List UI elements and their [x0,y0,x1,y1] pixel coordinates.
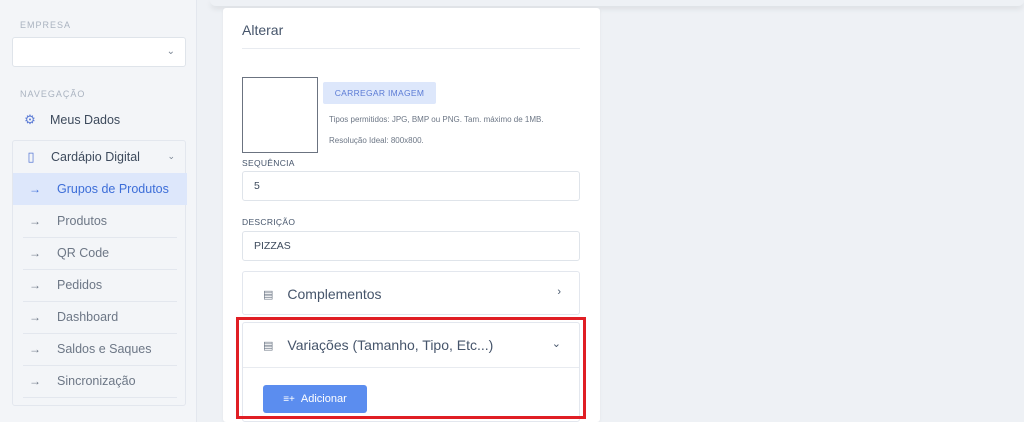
accordion-complementos: ▤ Complementos › [242,271,580,315]
list-add-icon: ≡+ [283,393,295,405]
divider [23,397,177,398]
sidebar-item-qr-code[interactable]: → QR Code [13,237,187,269]
sidebar-item-label: Saldos e Saques [57,342,152,356]
accordion-variacoes-header[interactable]: ▤ Variações (Tamanho, Tipo, Etc...) ⌄ [243,323,579,367]
nav-item-meus-dados[interactable]: ⚙ Meus Dados [12,104,186,136]
nav-group-cardapio: ▯ Cardápio Digital ⌄ → Grupos de Produto… [12,140,187,406]
arrow-right-icon: → [29,278,41,292]
descricao-label: DESCRIÇÃO [242,217,296,227]
sidebar-item-produtos[interactable]: → Produtos [13,205,187,237]
arrow-right-icon: → [29,246,41,260]
gear-icon: ⚙ [24,112,36,127]
sidebar-item-grupos-de-produtos[interactable]: → Grupos de Produtos [13,173,187,205]
sidebar-item-dashboard[interactable]: → Dashboard [13,301,187,333]
accordion-title: Complementos [287,286,382,302]
accordion-complementos-header[interactable]: ▤ Complementos › [243,272,579,316]
arrow-right-icon: → [29,182,41,196]
sidebar-item-label: Grupos de Produtos [57,182,169,196]
phone-icon: ▯ [27,149,35,164]
edit-card: Alterar CARREGAR IMAGEM Tipos permitidos… [223,8,600,422]
chevron-down-icon: ⌄ [166,46,175,57]
sequencia-label: SEQUÊNCIA [242,158,295,168]
arrow-right-icon: → [29,310,41,324]
sidebar: EMPRESA ⌄ NAVEGAÇÃO ⚙ Meus Dados ▯ Cardá… [0,0,197,422]
sequencia-input[interactable]: 5 [242,171,580,201]
sidebar-item-label: Pedidos [57,278,103,292]
list-icon: ▤ [263,339,274,352]
sidebar-item-label: Produtos [57,214,108,228]
sidebar-item-sincronizacao[interactable]: → Sincronização [13,365,187,397]
divider [243,367,579,368]
arrow-right-icon: → [29,214,41,228]
empresa-select[interactable]: ⌄ [12,37,186,67]
sidebar-item-label: Dashboard [57,310,119,324]
list-icon: ▤ [263,288,274,301]
nav-item-label: Cardápio Digital [51,150,140,164]
chevron-down-icon: ⌄ [551,338,561,350]
accordion-title: Variações (Tamanho, Tipo, Etc...) [287,337,494,353]
nav-item-label: Meus Dados [50,113,121,127]
image-preview [242,77,318,153]
sidebar-item-pedidos[interactable]: → Pedidos [13,269,187,301]
add-button[interactable]: ≡+ Adicionar [263,385,367,413]
top-bar [210,0,1024,6]
add-button-label: Adicionar [300,393,347,405]
load-image-button[interactable]: CARREGAR IMAGEM [323,82,436,104]
image-hint-types: Tipos permitidos: JPG, BMP ou PNG. Tam. … [329,115,544,124]
sidebar-item-label: Sincronização [57,374,136,388]
arrow-right-icon: → [29,374,41,388]
nav-item-cardapio-digital[interactable]: ▯ Cardápio Digital ⌄ [13,141,185,173]
empresa-label: EMPRESA [20,20,72,30]
chevron-right-icon: › [557,286,561,298]
navegacao-label: NAVEGAÇÃO [20,89,86,99]
sidebar-item-label: QR Code [57,246,110,260]
arrow-right-icon: → [29,342,41,356]
page-title: Alterar [242,22,284,38]
chevron-down-icon: ⌄ [167,151,175,161]
descricao-input[interactable]: PIZZAS [242,231,580,261]
image-hint-resolution: Resolução Ideal: 800x800. [329,136,424,145]
sidebar-item-saldos-e-saques[interactable]: → Saldos e Saques [13,333,187,365]
divider [242,48,580,49]
accordion-variacoes: ▤ Variações (Tamanho, Tipo, Etc...) ⌄ ≡+… [242,322,580,422]
